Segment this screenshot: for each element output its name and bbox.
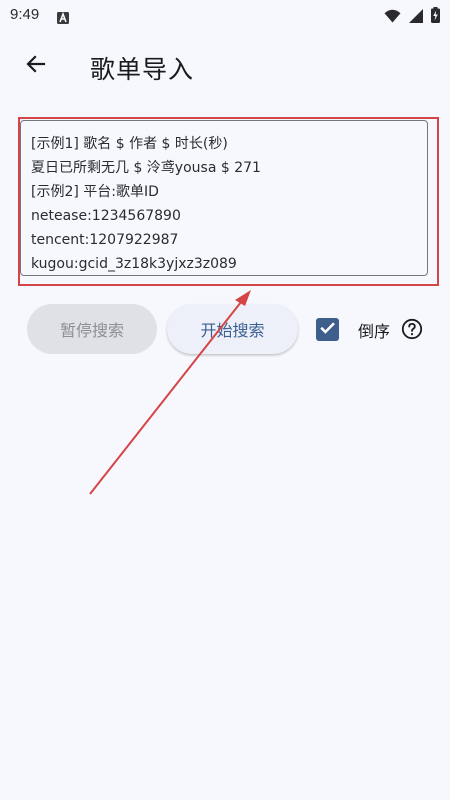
page-title: 歌单导入 — [90, 55, 195, 84]
check-icon — [318, 318, 337, 341]
start-search-button[interactable]: 开始搜索 — [167, 304, 298, 354]
text-a-icon — [57, 9, 69, 28]
back-button[interactable] — [14, 44, 58, 88]
playlist-input[interactable]: [示例1] 歌名 $ 作者 $ 时长(秒) 夏日已所剩无几 $ 泠鸢yousa … — [20, 120, 428, 276]
input-line: 夏日已所剩无几 $ 泠鸢yousa $ 271 — [31, 160, 261, 176]
signal-icon — [409, 8, 423, 27]
playlist-input-text[interactable]: [示例1] 歌名 $ 作者 $ 时长(秒) 夏日已所剩无几 $ 泠鸢yousa … — [31, 132, 419, 276]
input-line: tencent:1207922987 — [31, 232, 179, 248]
input-line: [示例2] 平台:歌单ID — [31, 184, 159, 200]
status-time: 9:49 — [10, 6, 40, 23]
battery-charging-icon — [431, 7, 440, 27]
start-search-label: 开始搜索 — [200, 321, 265, 340]
input-line: kugou:gcid_3z18k3yjxz3z089 — [31, 256, 237, 272]
pause-search-label: 暂停搜索 — [59, 321, 124, 340]
arrow-back-icon — [24, 52, 48, 80]
help-circle-icon[interactable] — [401, 318, 423, 340]
wifi-icon — [384, 8, 401, 27]
reverse-order-label: 倒序 — [358, 322, 391, 341]
pause-search-button[interactable]: 暂停搜索 — [27, 304, 157, 354]
status-icons — [384, 7, 440, 27]
reverse-order-checkbox[interactable] — [316, 318, 339, 341]
status-bar: 9:49 — [0, 0, 450, 32]
input-line: [示例1] 歌名 $ 作者 $ 时长(秒) — [31, 136, 228, 152]
input-line: netease:1234567890 — [31, 208, 181, 224]
app-bar: 歌单导入 — [0, 38, 450, 94]
